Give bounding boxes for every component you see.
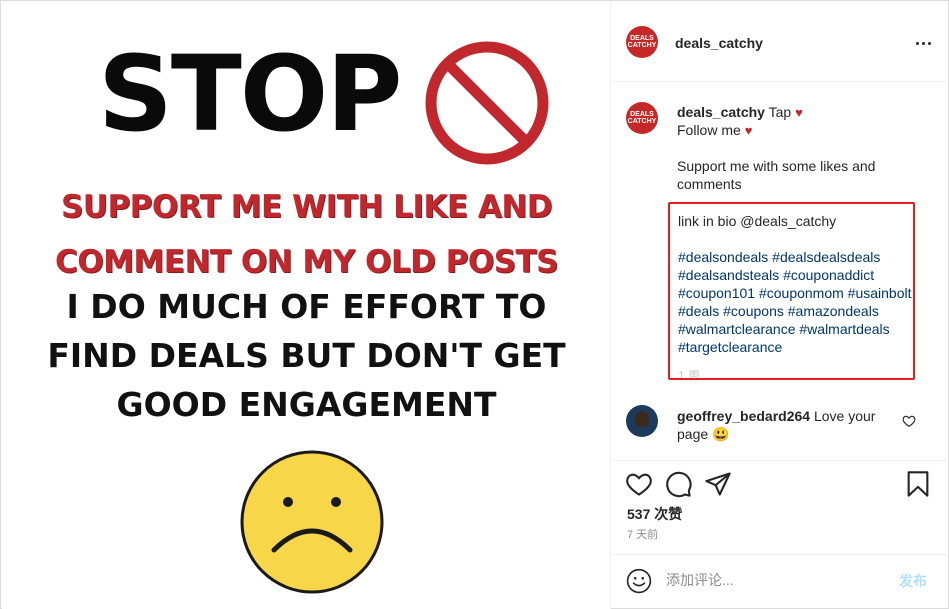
author-username[interactable]: deals_catchy [675,35,763,51]
caption-line-1: deals_catchy Tap ♥ [677,103,803,122]
image-red-line-1: SUPPORT ME WITH LIKE AND [60,189,553,225]
post-comment-button[interactable]: 发布 [899,571,927,591]
post-header: DEALS CATCHY deals_catchy [612,2,949,82]
post-sidebar: DEALS CATCHY deals_catchy DEALS CATCHY d… [612,2,949,609]
hashtag-line[interactable]: #dealsandsteals #couponaddict [678,266,874,284]
hashtag-line[interactable]: #targetclearance [678,338,782,356]
bookmark-icon[interactable] [904,470,932,498]
commenter-avatar[interactable] [626,405,658,437]
image-black-line-3: GOOD ENGAGEMENT [116,385,497,424]
author-avatar[interactable]: DEALS CATCHY [626,26,658,58]
hashtag-line[interactable]: #walmartclearance #walmartdeals [678,320,890,338]
caption-support-line-1: Support me with some likes and [677,158,876,174]
avatar-text-2: CATCHY [627,118,657,125]
add-comment-bar: 发布 [612,554,949,609]
heart-outline-icon[interactable] [625,470,653,498]
caption-avatar[interactable]: DEALS CATCHY [626,102,658,134]
caption-time: 1 周 [678,366,701,380]
no-sign-icon [425,41,549,165]
comment-bubble-icon[interactable] [665,470,693,498]
caption-tap-text: Tap [768,104,792,120]
caption-link-text[interactable]: link in bio @deals_catchy [678,213,836,229]
heart-icon: ♥ [744,123,753,138]
highlight-box: link in bio @deals_catchy #dealsondeals … [668,202,915,380]
hashtag-line[interactable]: #coupon101 #couponmom #usainbolt [678,284,912,302]
hashtag-line[interactable]: #deals #coupons #amazondeals [678,302,879,320]
heart-icon: ♥ [795,105,803,120]
paper-plane-icon[interactable] [704,470,732,498]
caption-username[interactable]: deals_catchy [677,104,765,120]
caption-link-line: link in bio @deals_catchy [678,212,836,230]
likes-count[interactable]: 537 次赞 [627,504,682,524]
image-black-line-1: I DO MUCH OF EFFORT TO [66,287,547,326]
avatar-text-2: CATCHY [627,42,657,49]
caption-follow-text: Follow me [677,122,741,138]
comment-input[interactable] [666,569,876,591]
post-date[interactable]: 7 天前 [627,526,658,542]
commenter-username[interactable]: geoffrey_bedard264 [677,408,810,424]
image-black-line-2: FIND DEALS BUT DON'T GET [47,336,566,375]
avatar-text-1: DEALS [630,111,654,118]
more-horizontal-icon[interactable] [912,32,934,54]
avatar-text-1: DEALS [630,35,654,42]
hashtag-line[interactable]: #dealsondeals #dealsdealsdeals [678,248,880,266]
caption-support-line-2: comments [677,176,742,192]
sad-face-icon [240,450,384,594]
post-modal: STOP SUPPORT ME WITH LIKE AND COMMENT ON… [0,0,949,609]
emoji-smile-icon[interactable] [626,568,652,594]
heart-outline-icon[interactable] [902,414,916,428]
image-headline: STOP [98,33,402,155]
image-red-line-2: COMMENT ON MY OLD POSTS [54,244,559,280]
caption-line-2: Follow me ♥ [677,121,752,140]
caption-time-text: 1 周 [678,369,701,380]
post-image[interactable]: STOP SUPPORT ME WITH LIKE AND COMMENT ON… [2,2,611,609]
comment-body: geoffrey_bedard264 Love your page 😃 [677,407,897,443]
